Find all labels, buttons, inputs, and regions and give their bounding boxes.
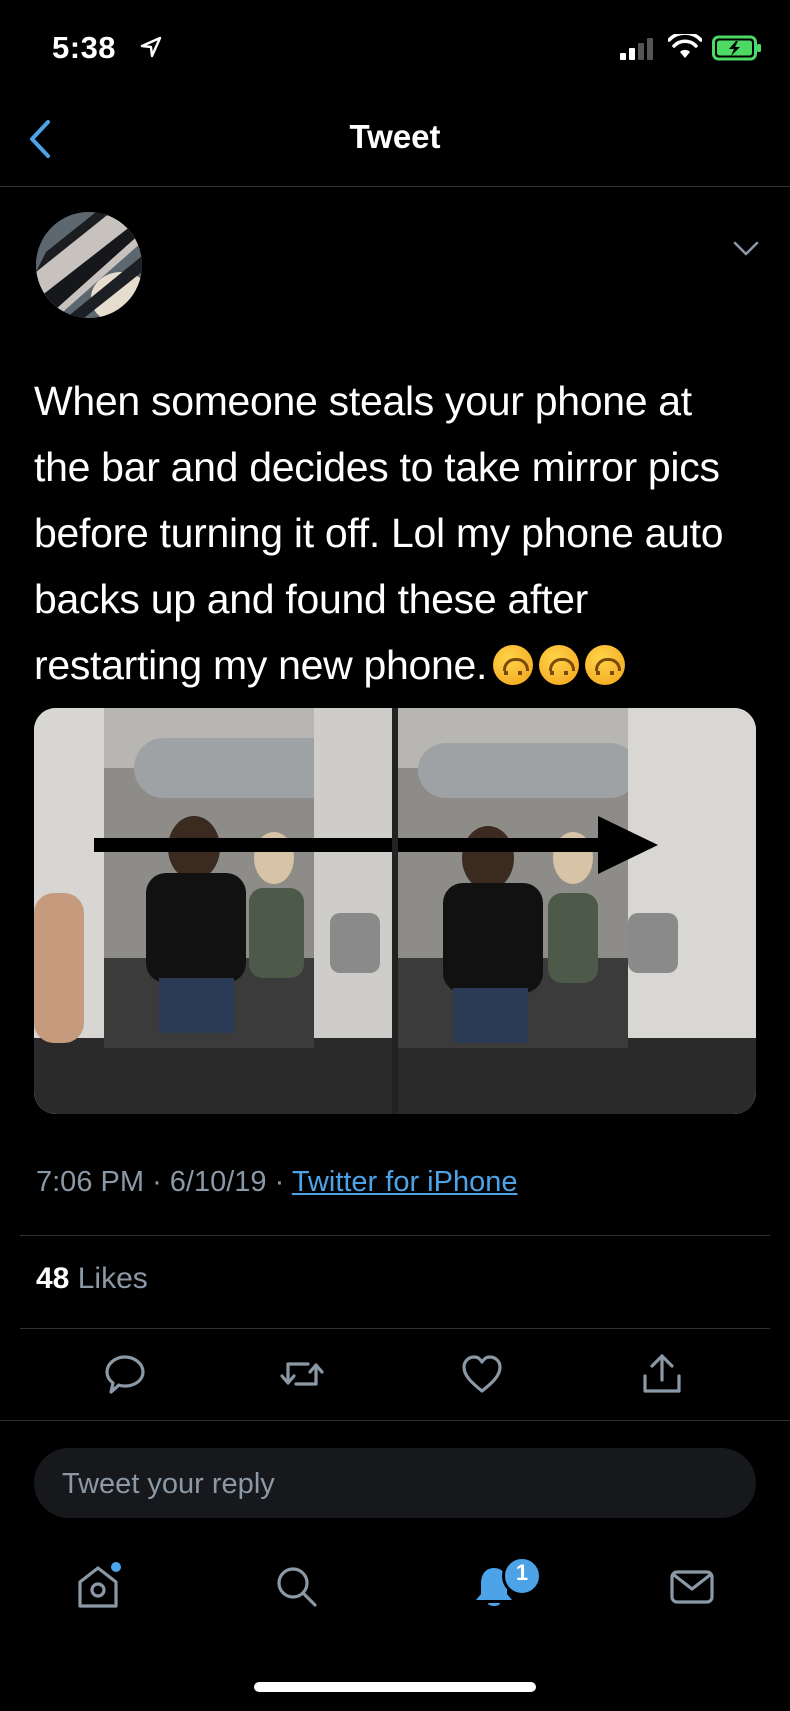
meta-divider [20,1235,770,1236]
avatar[interactable] [36,212,142,318]
reply-icon[interactable] [103,1352,147,1396]
photo-right[interactable] [398,708,756,1114]
upside-down-face-emoji [585,645,626,685]
nav-title: Tweet [349,118,441,155]
photo-left[interactable] [34,708,392,1114]
retweet-icon[interactable] [280,1352,324,1396]
header-divider [0,186,790,187]
meta-separator: · [274,1166,292,1198]
like-icon[interactable] [460,1352,504,1396]
tweet-text-line: restarting my new phone. [34,632,764,698]
tweet-text-line: the bar and decides to take mirror pics [34,444,720,490]
likes-label: Likes [77,1262,148,1295]
location-arrow-icon [140,36,162,58]
tweet-text-line: backs up and found these after [34,576,589,622]
caret-down-icon[interactable] [732,238,760,258]
tweet-meta: 7:06 PM · 6/10/19 · Twitter for iPhone [36,1166,517,1199]
tweet-text: When someone steals your phone at the ba… [34,368,764,698]
signal-icon [620,38,653,60]
meta-separator: · [152,1166,170,1198]
tweet-time: 7:06 PM [36,1166,144,1198]
status-time: 5:38 [52,30,117,65]
tweet-text-line-text: restarting my new phone. [34,642,488,688]
messages-icon[interactable] [668,1562,716,1610]
reply-placeholder: Tweet your reply [62,1468,275,1500]
likes-stat[interactable]: 48 Likes [36,1262,148,1296]
tweet-text-line: When someone steals your phone at [34,378,692,424]
wifi-icon [668,34,702,58]
tweet-date: 6/10/19 [169,1166,267,1198]
upside-down-face-emoji [493,645,534,685]
search-icon[interactable] [272,1562,320,1610]
avatar-image [36,212,142,318]
home-indicator [254,1682,536,1692]
tweet-text-line: before turning it off. Lol my phone auto [34,510,724,556]
tweet-source-link[interactable]: Twitter for iPhone [292,1166,518,1198]
actions-divider [0,1420,790,1421]
likes-count: 48 [36,1262,70,1295]
notifications-badge-count: 1 [515,1560,529,1585]
tweet-media[interactable] [34,708,756,1114]
stats-divider [20,1328,770,1329]
battery-icon [712,35,761,61]
home-icon[interactable] [74,1562,122,1610]
upside-down-face-emoji [539,645,580,685]
share-icon[interactable] [640,1352,684,1396]
